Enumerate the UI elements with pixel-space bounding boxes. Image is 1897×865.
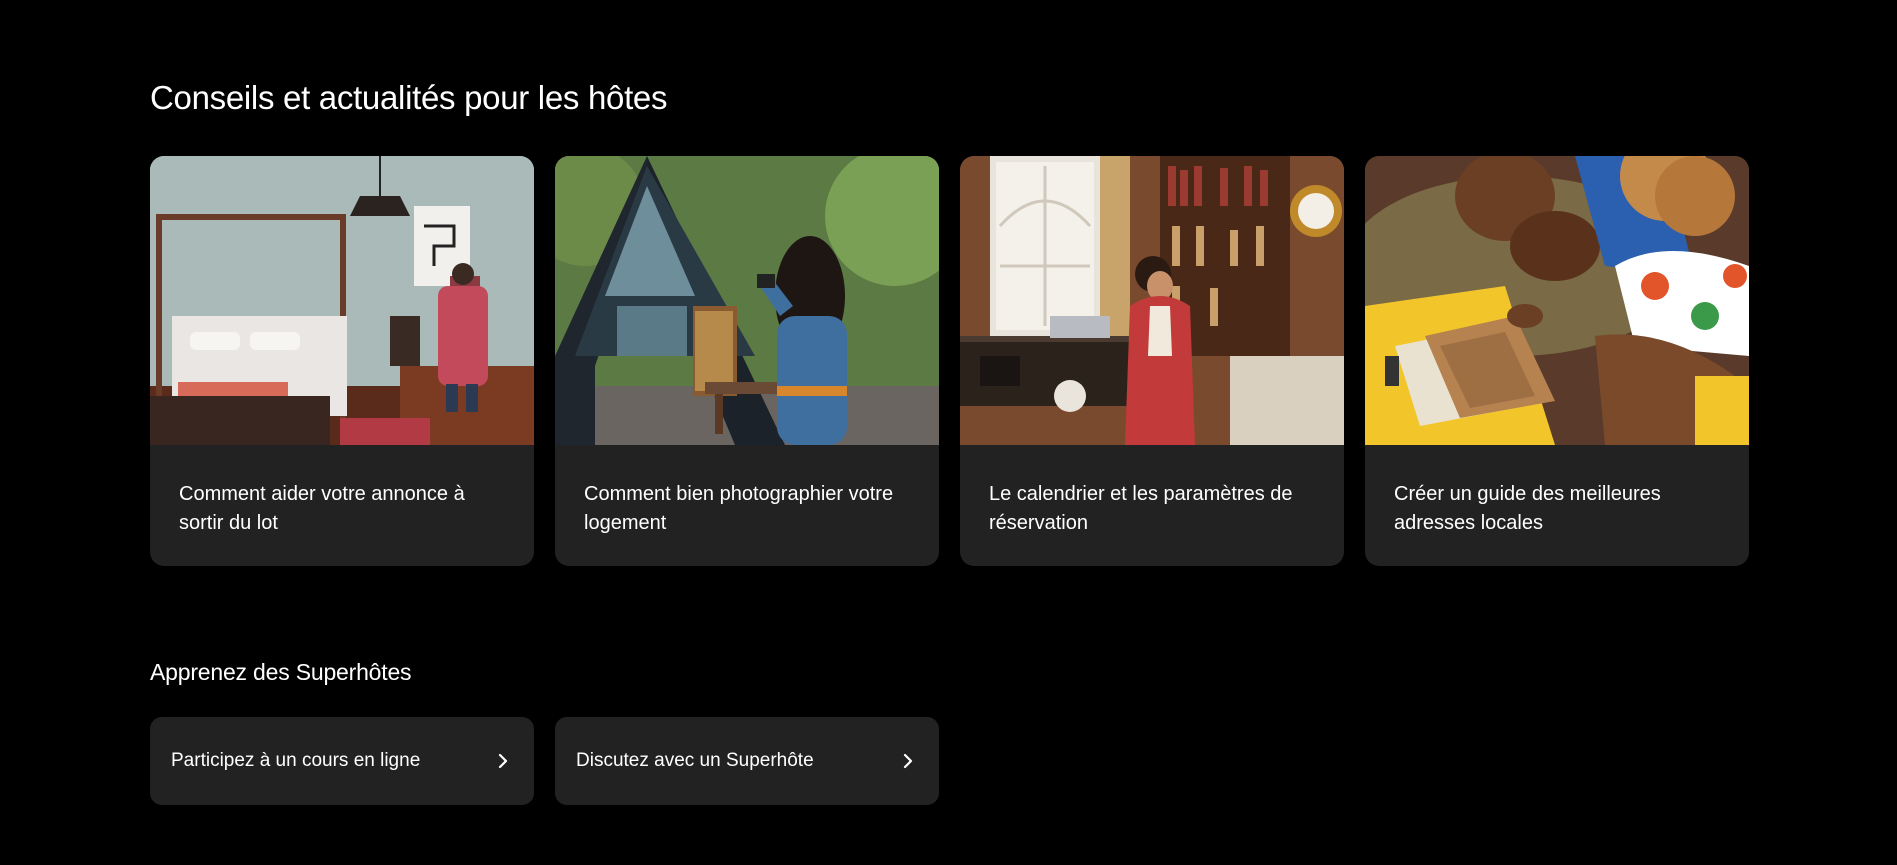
guidebook-photo xyxy=(1365,156,1749,445)
tip-card-calendar[interactable]: Le calendrier et les paramètres de réser… xyxy=(960,156,1344,566)
chat-superhost-link[interactable]: Discutez avec un Superhôte xyxy=(555,717,939,805)
tips-card-list: Comment aider votre annonce à sortir du … xyxy=(150,156,1749,566)
tip-card-guidebook[interactable]: Créer un guide des meilleures adresses l… xyxy=(1365,156,1749,566)
tip-card-label: Le calendrier et les paramètres de réser… xyxy=(989,483,1293,534)
chevron-right-icon xyxy=(498,753,508,769)
superhost-link-list: Participez à un cours en ligne Discutez … xyxy=(150,717,939,805)
tip-card-label: Comment aider votre annonce à sortir du … xyxy=(179,483,465,534)
link-label: Participez à un cours en ligne xyxy=(171,750,421,771)
link-label: Discutez avec un Superhôte xyxy=(576,750,814,771)
section-title-superhosts: Apprenez des Superhôtes xyxy=(150,659,412,685)
page: Conseils et actualités pour les hôtes Co… xyxy=(0,0,1897,865)
bedroom-photo xyxy=(150,156,534,445)
chevron-right-icon xyxy=(903,753,913,769)
tip-card-label: Comment bien photographier votre logemen… xyxy=(584,483,894,534)
aframe-house-photo xyxy=(555,156,939,445)
tip-card-photography[interactable]: Comment bien photographier votre logemen… xyxy=(555,156,939,566)
tip-card-label: Créer un guide des meilleures adresses l… xyxy=(1394,483,1661,534)
desk-woman-photo xyxy=(960,156,1344,445)
section-title-tips: Conseils et actualités pour les hôtes xyxy=(150,79,668,116)
online-course-link[interactable]: Participez à un cours en ligne xyxy=(150,717,534,805)
tip-card-listing[interactable]: Comment aider votre annonce à sortir du … xyxy=(150,156,534,566)
